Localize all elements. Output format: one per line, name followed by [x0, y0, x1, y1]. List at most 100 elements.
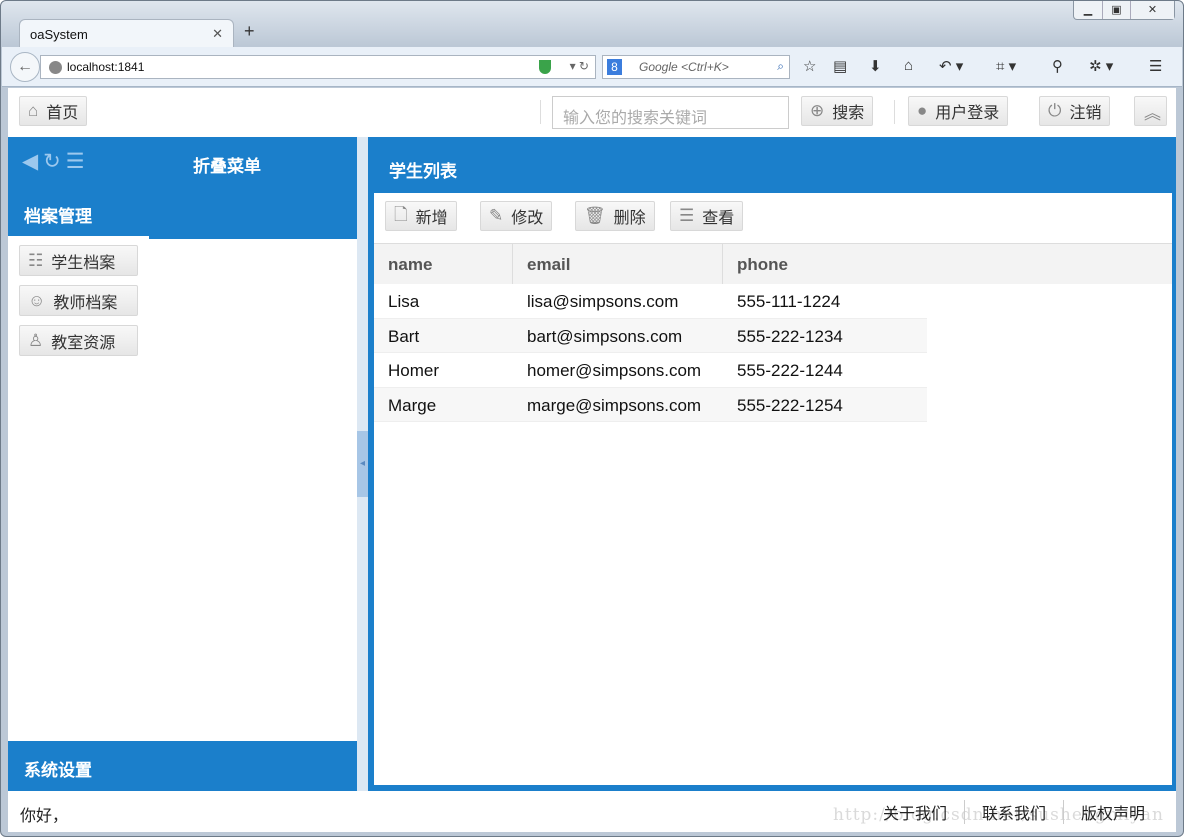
search-button[interactable]: ⊕ 搜索 [801, 96, 874, 126]
active-indicator [8, 236, 149, 239]
delete-label: 删除 [613, 210, 646, 227]
menu-icon[interactable]: ☰ [66, 150, 90, 173]
cell-name: Lisa [388, 292, 420, 311]
top-bar: ⌂ 首页 输入您的搜索关键词 ⊕ 搜索 ● 用户登录 ⏻ 注销 ︽ [8, 88, 1176, 137]
greeting: 你好， [20, 808, 69, 825]
trash-icon: 🗑 [584, 206, 606, 225]
logout-label: 注销 [1069, 105, 1102, 122]
menu-icon[interactable]: ☰ [1149, 57, 1162, 75]
menu-item-student[interactable]: ☷ 学生档案 [19, 245, 138, 276]
menu-label: 教师档案 [53, 294, 118, 312]
url-text: localhost:1841 [67, 60, 145, 74]
new-tab-button[interactable]: + [244, 21, 255, 42]
browser-search-input[interactable]: 8 Google <Ctrl+K> ⌕ [602, 55, 790, 79]
student-grid: name email phone Lisa lisa@simpsons.com 55… [374, 243, 1172, 422]
delete-button[interactable]: 🗑 删除 [575, 201, 655, 231]
login-button[interactable]: ● 用户登录 [908, 96, 1009, 126]
home-button[interactable]: ⌂ 首页 [19, 96, 88, 126]
tab-title: oaSystem [30, 27, 88, 42]
grid-header: name email phone [374, 243, 1172, 284]
close-window-button[interactable]: ✕ [1130, 1, 1174, 19]
browser-window: ▁ ▣ ✕ oaSystem ✕ + ← localhost:1841 ▾ ↻ 8 G… [0, 0, 1184, 837]
window-controls: ▁ ▣ ✕ [1073, 1, 1175, 20]
reload-icon[interactable]: ▾ ↻ [570, 59, 589, 73]
collapse-handle[interactable]: ◂ [357, 431, 368, 497]
menu-label: 学生档案 [51, 254, 116, 272]
home-icon: ⌂ [28, 101, 39, 120]
west-title: 折叠菜单 [193, 157, 261, 176]
accordion-title: 档案管理 [24, 207, 92, 226]
url-bar[interactable]: localhost:1841 ▾ ↻ [40, 55, 596, 79]
copyright-link[interactable]: 版权声明 [1062, 800, 1162, 824]
cell-email: lisa@simpsons.com [527, 292, 679, 311]
cell-phone: 555-222-1244 [737, 361, 843, 380]
app: ⌂ 首页 输入您的搜索关键词 ⊕ 搜索 ● 用户登录 ⏻ 注销 ︽ ◀↻☰ 折叠菜单 档… [8, 88, 1176, 832]
search-placeholder: Google <Ctrl+K> [639, 60, 729, 74]
refresh-icon[interactable]: ↻ [43, 150, 66, 173]
view-label: 查看 [702, 210, 735, 227]
edit-button[interactable]: ✎ 修改 [480, 201, 553, 231]
column-header-email[interactable]: email [513, 244, 723, 284]
cell-email: marge@simpsons.com [527, 395, 702, 415]
download-icon[interactable]: ⬇ [869, 57, 882, 75]
panel-tools: ◀↻☰ [22, 149, 90, 174]
bookmark-star-icon[interactable]: ☆ [803, 57, 816, 75]
browser-tab[interactable]: oaSystem ✕ [19, 19, 234, 47]
maximize-button[interactable]: ▣ [1102, 1, 1130, 19]
user-icon: ● [917, 101, 928, 120]
table-row[interactable]: Homer homer@simpsons.com 555-222-1244 [374, 353, 927, 388]
new-file-icon: 🗋 [394, 204, 408, 224]
logout-button[interactable]: ⏻ 注销 [1039, 96, 1111, 126]
search-icon[interactable]: ⌕ [777, 59, 784, 74]
minimize-button[interactable]: ▁ [1074, 1, 1102, 19]
center-panel: 学生列表 🗋 新增 ✎ 修改 🗑 删除 ☰ 查看 name email phone Li… [368, 137, 1176, 791]
list-view-icon: ☰ [679, 206, 695, 225]
user-icon[interactable]: ⚲ [1052, 57, 1063, 75]
search-input[interactable]: 输入您的搜索关键词 [552, 96, 789, 129]
view-button[interactable]: ☰ 查看 [670, 201, 744, 231]
table-row[interactable]: Marge marge@simpsons.com 555-222-1254 [374, 387, 927, 422]
panel-title: 学生列表 [389, 162, 457, 181]
about-link[interactable]: 关于我们 [866, 800, 964, 824]
undo-icon[interactable]: ↶ ▾ [939, 57, 963, 75]
edit-label: 修改 [511, 210, 544, 227]
splitter[interactable]: ◂ [357, 137, 368, 791]
add-button[interactable]: 🗋 新增 [385, 201, 457, 231]
reading-list-icon[interactable]: ▤ [833, 57, 847, 75]
person-icon: ♙ [28, 330, 44, 350]
grid-toolbar: 🗋 新增 ✎ 修改 🗑 删除 ☰ 查看 [374, 193, 1172, 243]
west-header: ◀↻☰ 折叠菜单 [8, 137, 357, 187]
grid-body: Lisa lisa@simpsons.com 555-111-1224 Bart ba… [374, 284, 1172, 422]
list-icon: ☷ [28, 250, 44, 270]
menu-item-teacher[interactable]: ☺ 教师档案 [19, 285, 138, 316]
accordion-archive[interactable]: 档案管理 [8, 187, 357, 239]
back-button[interactable]: ← [10, 52, 40, 82]
table-row[interactable]: Lisa lisa@simpsons.com 555-111-1224 [374, 284, 927, 319]
edit-icon: ✎ [489, 206, 504, 225]
cell-email: homer@simpsons.com [527, 361, 702, 380]
column-header-name[interactable]: name [374, 244, 513, 284]
accordion-settings[interactable]: 系统设置 [8, 741, 357, 791]
accordion-title: 系统设置 [24, 761, 92, 780]
login-label: 用户登录 [935, 105, 1000, 122]
double-chevron-up-icon: ︽ [1144, 103, 1161, 123]
cell-email: bart@simpsons.com [527, 326, 683, 346]
table-row[interactable]: Bart bart@simpsons.com 555-222-1234 [374, 318, 927, 353]
cell-name: Homer [388, 361, 440, 380]
contact-link[interactable]: 联系我们 [963, 800, 1063, 824]
cell-name: Marge [388, 395, 437, 415]
column-header-phone[interactable]: phone [723, 244, 927, 284]
extension-icon[interactable]: ✲ ▾ [1089, 57, 1113, 75]
collapse-header-button[interactable]: ︽ [1134, 96, 1167, 126]
crop-icon[interactable]: ⌗ ▾ [996, 57, 1016, 75]
close-tab-icon[interactable]: ✕ [212, 26, 223, 42]
footer-links: 关于我们 联系我们 版权声明 [866, 800, 1162, 824]
add-label: 新增 [415, 210, 448, 227]
footer: 你好， http://blog.csdn.net/sushengmiyan 关于… [8, 791, 1176, 832]
student-grid-panel: 🗋 新增 ✎ 修改 🗑 删除 ☰ 查看 name email phone Lisa lis… [374, 193, 1172, 785]
home-icon[interactable]: ⌂ [904, 57, 913, 74]
cell-phone: 555-111-1224 [737, 292, 841, 311]
back-circle-icon[interactable]: ◀ [22, 150, 43, 173]
menu-item-classroom[interactable]: ♙ 教室资源 [19, 325, 138, 356]
globe-icon [49, 61, 62, 74]
